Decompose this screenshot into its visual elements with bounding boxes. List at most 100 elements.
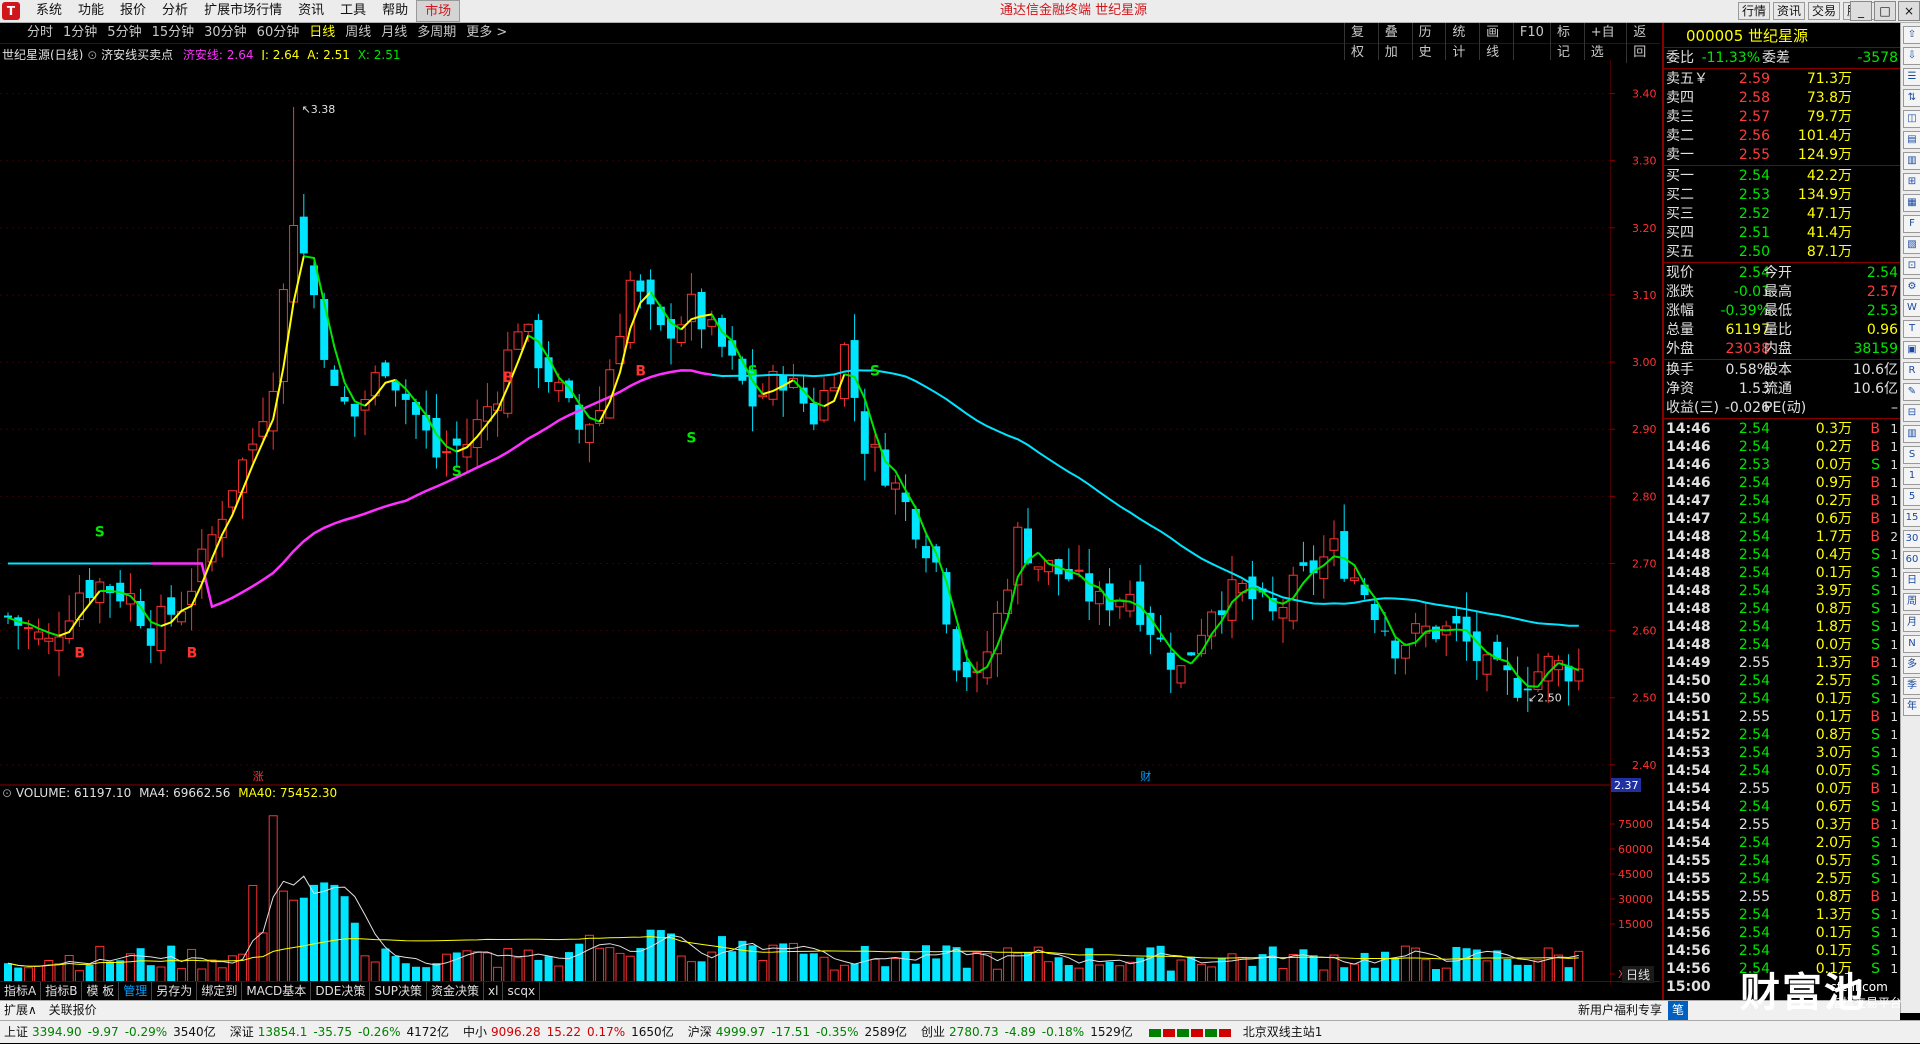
side-tool-icon[interactable]: ⊡ bbox=[1903, 257, 1920, 275]
side-tool-icon[interactable]: ⚙ bbox=[1903, 278, 1920, 296]
side-tool-icon[interactable]: ⇅ bbox=[1903, 89, 1920, 107]
volume-bar bbox=[779, 943, 788, 985]
top-button[interactable]: 资讯 bbox=[1773, 2, 1806, 20]
server-name[interactable]: 北京双线主站1 bbox=[1243, 1025, 1323, 1039]
promo-link[interactable]: 新用户福利专享 bbox=[1574, 1001, 1666, 1020]
index-item[interactable]: 上证 3394.90 -9.97 -0.29% 3540亿 bbox=[4, 1025, 216, 1039]
menu-item[interactable]: 市场 bbox=[416, 0, 461, 22]
indicator-tab[interactable]: SUP决策 bbox=[370, 982, 428, 1000]
pen-button[interactable]: 笔 bbox=[1668, 1001, 1689, 1020]
side-tool-icon[interactable]: 30 bbox=[1903, 530, 1920, 548]
side-tool-icon[interactable]: ▥ bbox=[1903, 425, 1920, 443]
chart-tool[interactable]: 返回 bbox=[1626, 23, 1660, 63]
side-tool-icon[interactable]: F bbox=[1903, 215, 1920, 233]
minimize-icon[interactable]: _ bbox=[1850, 1, 1872, 21]
index-item[interactable]: 深证 13854.1 -35.75 -0.26% 4172亿 bbox=[230, 1025, 449, 1039]
period-tab[interactable]: 15分钟 bbox=[147, 23, 200, 43]
side-tool-icon[interactable]: N bbox=[1903, 635, 1920, 653]
top-button[interactable]: 行情 bbox=[1738, 2, 1771, 20]
candlestick-chart[interactable]: BSBSBSSBS↖3.38↙2.50涨财2020年789101112 bbox=[0, 60, 1610, 985]
expand-button[interactable]: 扩展∧ bbox=[0, 1003, 41, 1017]
indicator-tab[interactable]: 指标A bbox=[0, 982, 42, 1000]
side-tool-icon[interactable]: 日 bbox=[1903, 572, 1920, 590]
indicator-tab[interactable]: 另存为 bbox=[152, 982, 198, 1000]
menu-item[interactable]: 扩展市场行情 bbox=[196, 0, 290, 22]
side-tool-icon[interactable]: ▦ bbox=[1903, 194, 1920, 212]
side-tool-icon[interactable]: ◫ bbox=[1903, 110, 1920, 128]
indicator-tab[interactable]: scqx bbox=[503, 982, 541, 1000]
indicator-tab[interactable]: 管理 bbox=[119, 982, 153, 1000]
chart-tool[interactable]: 统计 bbox=[1445, 23, 1479, 63]
period-tab[interactable]: 5分钟 bbox=[102, 23, 146, 43]
menu-item[interactable]: 工具 bbox=[332, 0, 374, 22]
chart-tool[interactable]: 复权 bbox=[1344, 23, 1378, 63]
menu-item[interactable]: 帮助 bbox=[374, 0, 416, 22]
chart-tool[interactable]: F10 bbox=[1512, 23, 1550, 63]
related-quotes-button[interactable]: 关联报价 bbox=[45, 1003, 101, 1017]
index-item[interactable]: 创业 2780.73 -4.89 -0.18% 1529亿 bbox=[921, 1025, 1133, 1039]
indicator-tab[interactable]: 指标B bbox=[41, 982, 83, 1000]
candle-body bbox=[1299, 562, 1308, 566]
side-tool-icon[interactable]: 季 bbox=[1903, 677, 1920, 695]
indicator-tab[interactable]: 资金决策 bbox=[427, 982, 485, 1000]
indicator-tab[interactable]: xl bbox=[484, 982, 504, 1000]
period-tab[interactable]: 多周期 bbox=[412, 23, 461, 43]
side-icon-bar: ⇧ ⇩ ☰ ⇅ ◫ ▤ ▥ ⊞ ▦ F ▧ ⊡ ⚙ W T ▣ R ✎ ⊟ ▥ S 1 5 15 30 60 日周月 N 多季年 bbox=[1900, 23, 1920, 1013]
event-marker[interactable]: 涨 bbox=[253, 770, 264, 783]
indicator-tab[interactable]: 模 板 bbox=[82, 982, 120, 1000]
maximize-icon[interactable]: □ bbox=[1874, 1, 1896, 21]
daily-button[interactable]: 日线 bbox=[1622, 966, 1655, 983]
top-button[interactable]: 交易 bbox=[1808, 2, 1841, 20]
side-tool-icon[interactable]: 5 bbox=[1903, 488, 1920, 506]
side-tool-icon[interactable]: T bbox=[1903, 320, 1920, 338]
side-tool-icon[interactable]: 60 bbox=[1903, 551, 1920, 569]
menu-item[interactable]: 分析 bbox=[154, 0, 196, 22]
tick-time: 14:47 bbox=[1666, 511, 1711, 527]
side-tool-icon[interactable]: 1 bbox=[1903, 467, 1920, 485]
side-tool-icon[interactable]: 多 bbox=[1903, 656, 1920, 674]
side-tool-icon[interactable]: ▥ bbox=[1903, 152, 1920, 170]
side-tool-icon[interactable]: 年 bbox=[1903, 698, 1920, 716]
index-item[interactable]: 中小 9096.28 15.22 0.17% 1650亿 bbox=[463, 1025, 674, 1039]
side-tool-icon[interactable]: ☰ bbox=[1903, 68, 1920, 86]
chart-tool[interactable]: 标记 bbox=[1549, 23, 1584, 63]
menu-item[interactable]: 报价 bbox=[112, 0, 154, 22]
period-tab[interactable]: 分时 bbox=[22, 23, 58, 43]
period-tab[interactable]: 30分钟 bbox=[199, 23, 252, 43]
period-tab[interactable]: 日线 bbox=[304, 23, 340, 43]
chart-tool[interactable]: +自选 bbox=[1583, 23, 1626, 63]
side-tool-icon[interactable]: ▣ bbox=[1903, 341, 1920, 359]
period-tab[interactable]: 60分钟 bbox=[252, 23, 305, 43]
close-icon[interactable]: × bbox=[1898, 1, 1920, 21]
indicator-tab[interactable]: DDE决策 bbox=[311, 982, 371, 1000]
chart-tool[interactable]: 叠加 bbox=[1377, 23, 1412, 63]
side-tool-icon[interactable]: 15 bbox=[1903, 509, 1920, 527]
side-tool-icon[interactable]: ▧ bbox=[1903, 236, 1920, 254]
side-tool-icon[interactable]: S bbox=[1903, 446, 1920, 464]
menu-item[interactable]: 功能 bbox=[70, 0, 112, 22]
side-tool-icon[interactable]: ▤ bbox=[1903, 131, 1920, 149]
chart-tool[interactable]: 画线 bbox=[1479, 23, 1513, 63]
side-tool-icon[interactable]: W bbox=[1903, 299, 1920, 317]
index-item[interactable]: 沪深 4999.97 -17.51 -0.35% 2589亿 bbox=[688, 1025, 907, 1039]
side-tool-icon[interactable]: 周 bbox=[1903, 593, 1920, 611]
tick-row: 14:55 2.54 2.5万 S 1 bbox=[1664, 870, 1900, 888]
period-tab[interactable]: 月线 bbox=[376, 23, 412, 43]
period-tab[interactable]: 1分钟 bbox=[58, 23, 102, 43]
indicator-tab[interactable]: 绑定到 bbox=[197, 982, 243, 1000]
side-tool-icon[interactable]: 月 bbox=[1903, 614, 1920, 632]
menu-item[interactable]: 系统 bbox=[28, 0, 70, 22]
side-tool-icon[interactable]: ⊟ bbox=[1903, 404, 1920, 422]
period-tab[interactable]: 更多 > bbox=[461, 23, 512, 43]
menu-item[interactable]: 资讯 bbox=[290, 0, 332, 22]
side-tool-icon[interactable]: ⇧ bbox=[1903, 26, 1920, 44]
indicator-tab[interactable]: MACD基本 bbox=[242, 982, 312, 1000]
chart-tool[interactable]: 历史 bbox=[1411, 23, 1446, 63]
side-tool-icon[interactable]: ⊞ bbox=[1903, 173, 1920, 191]
side-tool-icon[interactable]: ✎ bbox=[1903, 383, 1920, 401]
side-tool-icon[interactable]: R bbox=[1903, 362, 1920, 380]
side-tool-icon[interactable]: ⇩ bbox=[1903, 47, 1920, 65]
event-marker[interactable]: 财 bbox=[1140, 769, 1151, 783]
period-tab[interactable]: 周线 bbox=[340, 23, 376, 43]
volume-settings-icon[interactable]: ⊙ bbox=[2, 786, 16, 800]
